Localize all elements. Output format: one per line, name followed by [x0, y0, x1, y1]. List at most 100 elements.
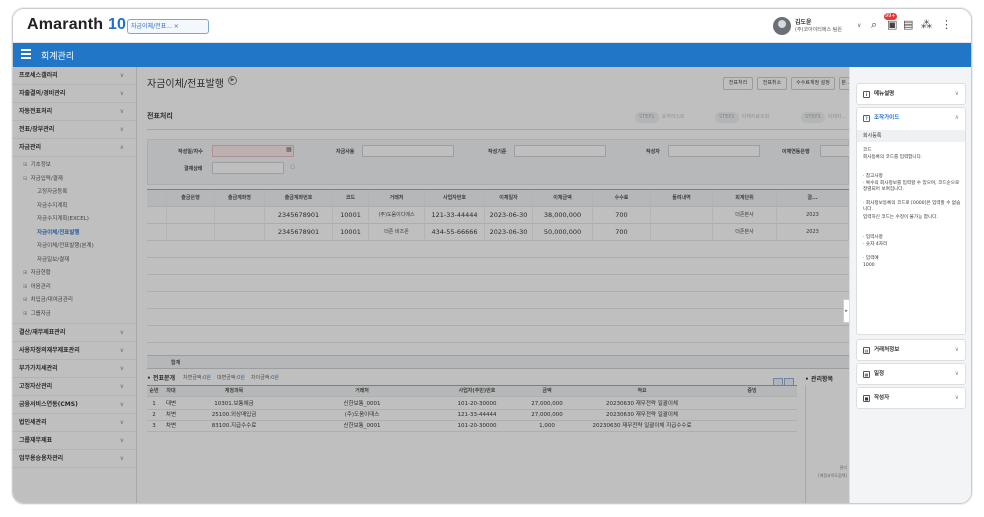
- sidebar-item[interactable]: 부가가치세관리 ∨: [13, 360, 136, 378]
- view-toggle[interactable]: [773, 372, 797, 387]
- sidebar-item[interactable]: 프로세스갤러리 ∨: [13, 67, 136, 85]
- play-icon[interactable]: ▶: [228, 76, 237, 85]
- chevron-down-icon: ∨: [119, 90, 124, 97]
- sidebar-subitem-label: 고정자금등록: [37, 189, 68, 195]
- sidebar-subitem[interactable]: ⊞ 어음관리: [13, 281, 136, 295]
- guide-card[interactable]: ? 조작가이드 ∧ 회사등록 코드 회사등록의 코드를 입력합니다. · 참고사항…: [856, 107, 966, 335]
- guide-input-title: · 입력사항: [863, 235, 883, 240]
- guide-code-text: 회사등록의 코드를 입력합니다.: [863, 155, 923, 160]
- approval-status-select[interactable]: [212, 162, 284, 174]
- column-header: 코드: [333, 190, 369, 207]
- sidebar-item[interactable]: 고정자산관리 ∨: [13, 378, 136, 396]
- date-input[interactable]: [212, 145, 294, 157]
- sidebar-subitem[interactable]: 자금일보/결재: [13, 254, 136, 268]
- table-cell: 101-20-30000: [457, 401, 497, 407]
- guide-ref-2: · 회사정보등록의 코드로 [0000]은 입력할 수 없습니다.: [863, 201, 961, 213]
- debit-sum: 차변금액:0원: [183, 375, 211, 381]
- hamburger-icon[interactable]: [21, 49, 31, 59]
- guide-header: ? 조작가이드: [863, 108, 899, 128]
- column-header: 거래처: [369, 190, 425, 207]
- sidebar-subitem[interactable]: ⊞ 차입금/대여금관리: [13, 294, 136, 308]
- sidebar-subitem-active[interactable]: 자금이체/전표발행: [13, 227, 136, 241]
- table-cell: 83100.지급수수료: [211, 423, 257, 429]
- table-cell: 700: [593, 207, 651, 224]
- column-header: 순번: [149, 388, 159, 394]
- voucher-journal-title: • 전표분개: [147, 375, 176, 382]
- sidebar-item[interactable]: 자출결의/경비관리 ∨: [13, 85, 136, 103]
- notification-badge: 99+: [884, 13, 897, 20]
- step-1[interactable]: STEP1 요약리스트: [635, 112, 685, 123]
- table-row[interactable]: 2345678901 10001 (주)도움이디에스 121-33-44444 2023…: [147, 207, 849, 224]
- more-icon[interactable]: ⋮: [941, 19, 952, 31]
- writer-input[interactable]: [668, 145, 760, 157]
- sidebar-subitem[interactable]: 자금수지계획(EXCEL): [13, 213, 136, 227]
- step-2[interactable]: STEP2 이체자료조회: [715, 112, 769, 123]
- guide-code-title: 코드: [863, 148, 872, 153]
- voucher-cancel-button[interactable]: 전표취소: [757, 77, 787, 90]
- grid-total-row: 합계: [147, 355, 849, 369]
- diff-sum: 차이금액:0원: [251, 375, 279, 381]
- criteria-select[interactable]: [514, 145, 606, 157]
- fund-purpose-input[interactable]: [362, 145, 454, 157]
- sidebar-subitem[interactable]: 자금수지계획: [13, 200, 136, 214]
- notification-icon[interactable]: ▣: [887, 19, 897, 31]
- table-row[interactable]: 3 차변 83100.지급수수료 신한보통_0001 101-20-30000 1,000…: [147, 421, 797, 432]
- table-cell: (주)도움이데스: [344, 412, 380, 418]
- sidebar-item[interactable]: 자동전표처리 ∨: [13, 103, 136, 121]
- split-button[interactable]: 분...: [839, 77, 849, 90]
- sidebar-item[interactable]: 전표/장부관리 ∨: [13, 121, 136, 139]
- voucher-process-button[interactable]: 전표처리: [723, 77, 753, 90]
- column-header: 수수료: [593, 190, 651, 207]
- user-profile[interactable]: 김도윤 (주)코아이티에스 팀원 ∨: [773, 17, 863, 37]
- sidebar-subitem[interactable]: 고정자금등록: [13, 186, 136, 200]
- expand-icon: ⊞: [23, 162, 28, 168]
- fee-account-setting-button[interactable]: 수수료계정 설정: [791, 77, 835, 90]
- journal-grid: 순번 차대 계정과목 거래처 사업자(주민)번호 금액 적요 증빙 1 대변 10301.보통예금 신…: [147, 385, 797, 503]
- sidebar-item[interactable]: 업무용승용차관리 ∨: [13, 450, 136, 468]
- sidebar-item[interactable]: 법인세관리 ∨: [13, 414, 136, 432]
- sidebar-subitem-label: 자금수지계획(EXCEL): [37, 216, 89, 222]
- org-chart-icon[interactable]: ⁂: [921, 19, 932, 31]
- app-logo[interactable]: Amaranth 10: [27, 16, 126, 34]
- sidebar-subitem[interactable]: ⊞ 기초정보: [13, 159, 136, 173]
- table-cell: [651, 224, 713, 241]
- credit-sum: 대변금액:0원: [217, 375, 245, 381]
- dropdown-icon[interactable]: ◌: [290, 163, 295, 170]
- sidebar-item[interactable]: 사용자정의재무제표관리 ∨: [13, 342, 136, 360]
- sidebar-subitem[interactable]: ⊞ 자금현황: [13, 267, 136, 281]
- writer-card[interactable]: ■ 작성자 ∨: [856, 387, 966, 409]
- transfer-bank-select[interactable]: [820, 145, 849, 157]
- table-cell: 20230630 재무전략 일괄이체: [606, 412, 678, 418]
- menu-desc-card[interactable]: i 메뉴설명 ∨: [856, 83, 966, 105]
- calendar-icon[interactable]: ▦: [286, 146, 292, 153]
- module-title: 회계관리: [41, 52, 75, 62]
- column-header: 출금은행: [167, 190, 215, 207]
- table-cell: 121-33-44444: [425, 207, 485, 224]
- sidebar-item[interactable]: 그룹재무제표 ∨: [13, 432, 136, 450]
- table-cell: 2023: [777, 224, 849, 241]
- search-icon[interactable]: ⌕: [871, 19, 877, 31]
- open-document-tab[interactable]: 자금이체/전표... ×: [127, 19, 209, 34]
- empty-row: [147, 309, 849, 326]
- page-title: 자금이체/전표발행: [147, 79, 224, 90]
- schedule-card[interactable]: ▦ 일정 ∨: [856, 363, 966, 385]
- chevron-down-icon: ∨: [954, 394, 959, 401]
- sidebar-item-fund-management[interactable]: 자금관리 ∧: [13, 139, 136, 157]
- guide-ref-3: 입력하신 코드는 수정이 불가능 합니다.: [863, 215, 938, 220]
- sidebar-item[interactable]: 금융서비스연동(CMS) ∨: [13, 396, 136, 414]
- sidebar-subitem[interactable]: ⊞ 그룹자금: [13, 308, 136, 322]
- step-3[interactable]: STEP3 이체자...: [801, 112, 846, 123]
- partner-info-card[interactable]: ▤ 거래처정보 ∨: [856, 339, 966, 361]
- table-row[interactable]: 2 차변 25100.외상매입금 (주)도움이데스 121-33-44444 27,000…: [147, 410, 797, 421]
- calendar-icon: ▦: [863, 371, 870, 378]
- calendar-icon[interactable]: ▤: [903, 19, 913, 31]
- help-panel: i 메뉴설명 ∨ ? 조작가이드 ∧ 회사등록 코드 회사등록의 코드를 입력합니다…: [849, 67, 971, 503]
- sidebar-item[interactable]: 결산/재무제표관리 ∨: [13, 324, 136, 342]
- chevron-down-icon: ∨: [119, 365, 124, 372]
- sidebar-subitem[interactable]: ⊟ 자금입력/결재: [13, 173, 136, 187]
- table-row[interactable]: 1 대변 10301.보통예금 신한보통_0001 101-20-30000 27,000…: [147, 399, 797, 410]
- column-header: 계정과목: [224, 388, 244, 394]
- table-row[interactable]: 2345678901 10001 더존 비즈온 434-55-66666 2023-06…: [147, 224, 849, 241]
- sidebar-subitem[interactable]: 자금이체/전표발행(본계): [13, 240, 136, 254]
- table-cell: 2: [152, 412, 156, 418]
